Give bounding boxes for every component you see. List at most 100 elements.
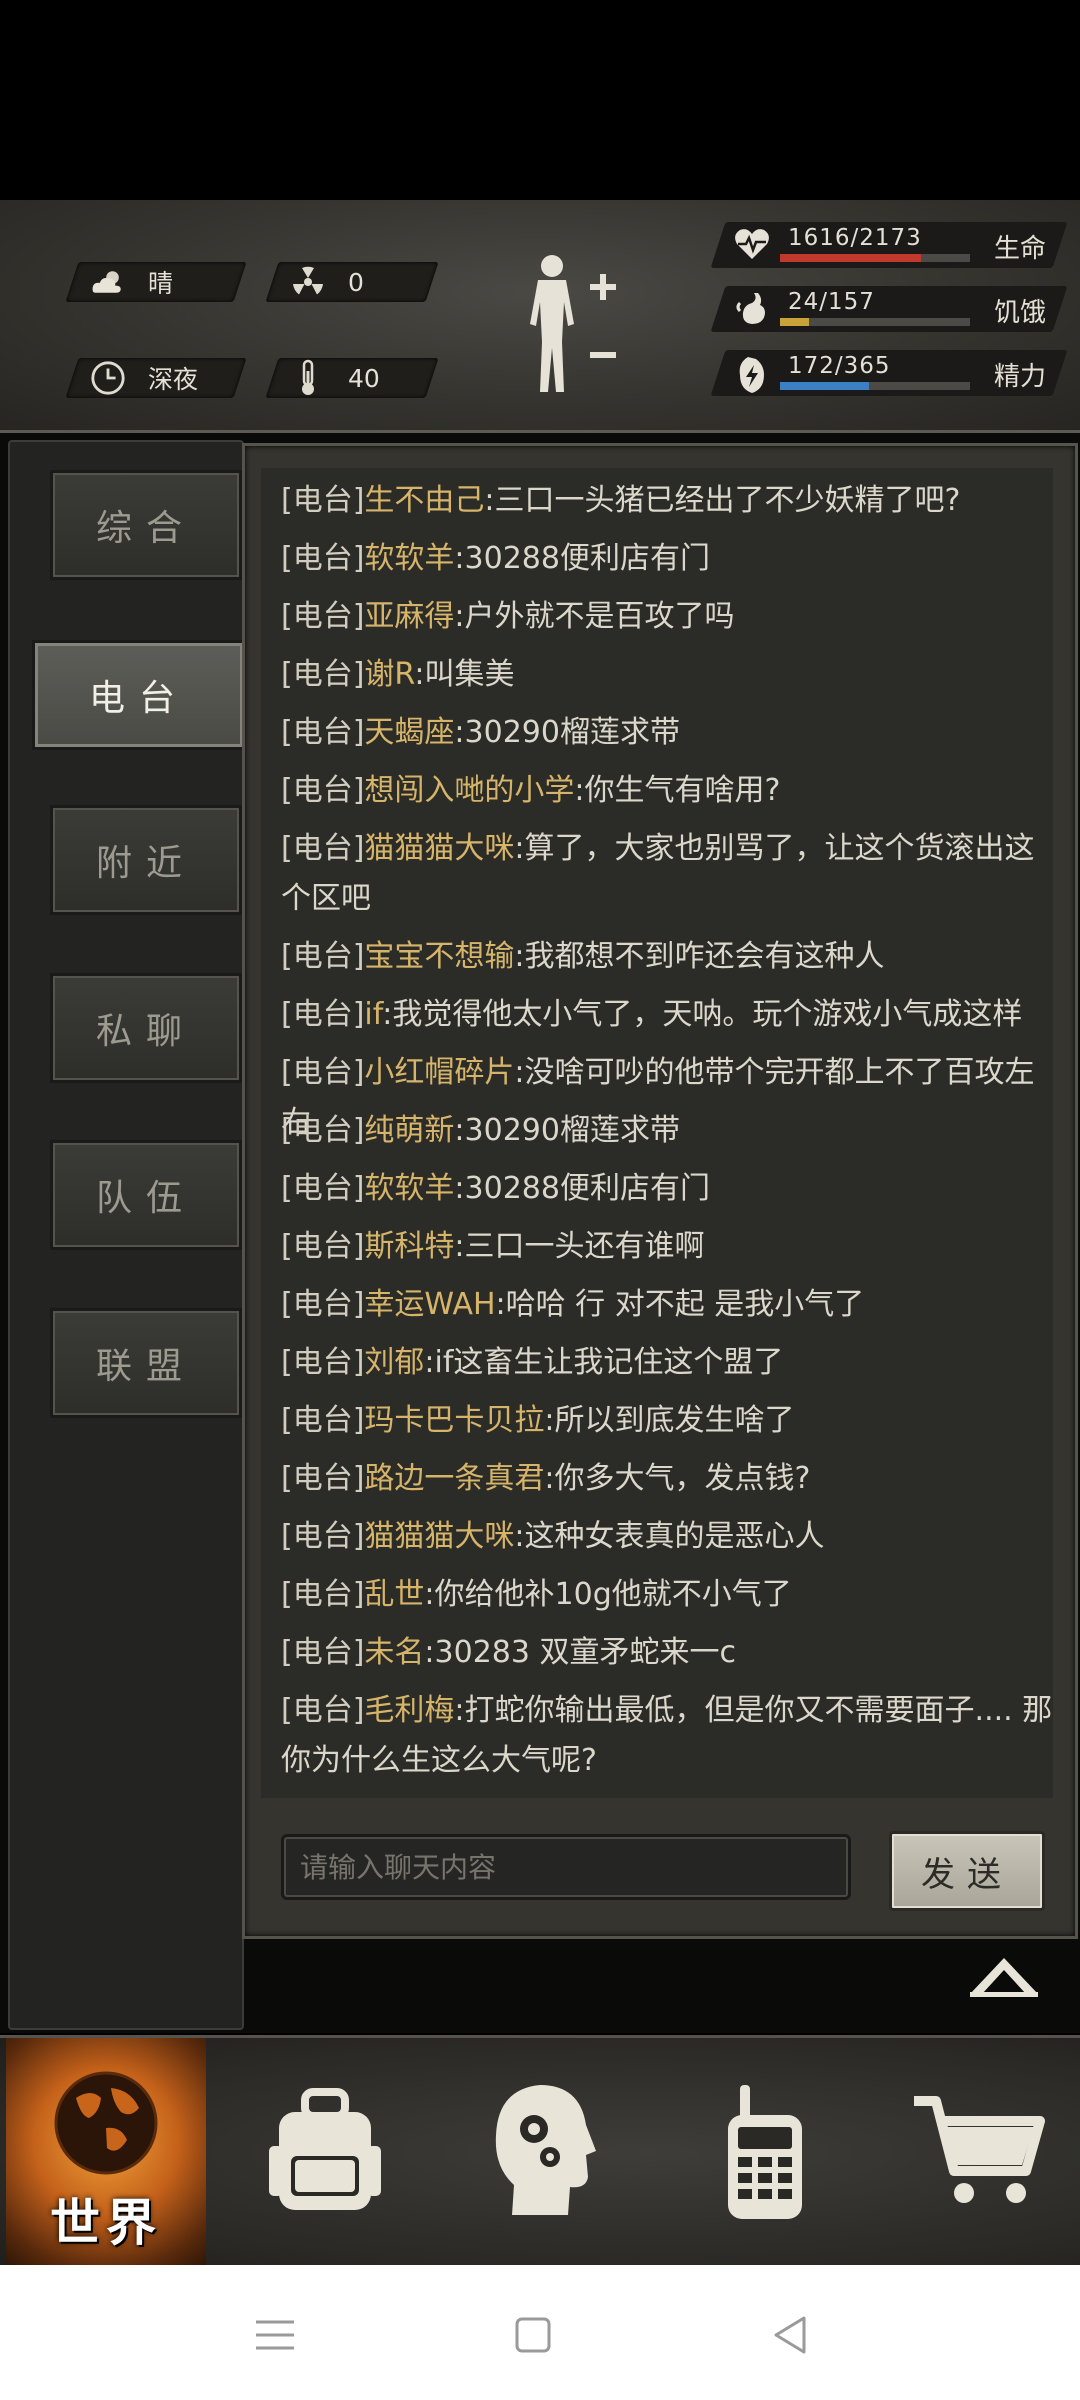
- weather-label: 晴: [148, 269, 174, 298]
- status-bar: [0, 0, 1080, 200]
- bottom-nav: 世界: [0, 2035, 1080, 2268]
- radiation-indicator: 0: [265, 262, 439, 302]
- tab-nearby[interactable]: 附近: [50, 805, 242, 915]
- chat-sender-name[interactable]: 猫猫猫大咪: [364, 1519, 514, 1554]
- menu-icon[interactable]: [250, 2310, 300, 2360]
- send-button-label: 发送: [921, 1854, 1013, 1895]
- tab-team[interactable]: 队伍: [50, 1140, 242, 1250]
- chat-channel-tag: [电台]: [281, 541, 365, 576]
- chat-message: [电台]天蝎座:30290榴莲求带: [281, 708, 1053, 758]
- tab-alliance-label: 联盟: [95, 1346, 196, 1387]
- chat-sender-name[interactable]: 纯萌新: [364, 1113, 454, 1148]
- tab-private-label: 私聊: [95, 1011, 196, 1052]
- nav-shop[interactable]: [900, 2038, 1060, 2268]
- chat-channel-tag: [电台]: [281, 715, 365, 750]
- chat-sender-name[interactable]: 乱世: [364, 1577, 424, 1612]
- chat-message: [电台]毛利梅:打蛇你输出最低，但是你又不需要面子.... 那你为什么生这么大气…: [281, 1686, 1053, 1786]
- chat-sender-name[interactable]: 谢R: [364, 657, 414, 692]
- chat-sender-name[interactable]: 想闯入哋的小学: [364, 773, 574, 808]
- chat-panel: [电台]生不由己:三口一头猪已经出了不少妖精了吧? [电台]软软羊:30288便利…: [242, 443, 1078, 1939]
- hunger-value: 24/157: [788, 289, 875, 315]
- chat-message-text: :这种女表真的是恶心人: [514, 1519, 825, 1554]
- chat-message-text: :三口一头还有谁啊: [454, 1229, 705, 1264]
- chat-input[interactable]: [281, 1834, 851, 1900]
- chat-message-text: :叫集美: [414, 657, 515, 692]
- chat-sender-name[interactable]: 毛利梅: [364, 1693, 454, 1728]
- chat-sender-name[interactable]: 软软羊: [364, 541, 454, 576]
- chat-sender-name[interactable]: 路边一条真君: [364, 1461, 544, 1496]
- chat-sender-name[interactable]: 斯科特: [364, 1229, 454, 1264]
- chat-message: [电台]乱世:你给他补10g他就不小气了: [281, 1570, 1053, 1620]
- chat-sender-name[interactable]: 刘郁: [364, 1345, 424, 1380]
- body-status-icon[interactable]: [520, 252, 620, 402]
- chat-message-text: :哈哈 行 对不起 是我小气了: [495, 1287, 865, 1322]
- chat-channel-tag: [电台]: [281, 1461, 365, 1496]
- chat-message: [电台]猫猫猫大咪:这种女表真的是恶心人: [281, 1512, 1053, 1562]
- chat-message: [电台]谢R:叫集美: [281, 650, 1053, 700]
- chat-sender-name[interactable]: if: [364, 997, 382, 1032]
- chat-sender-name[interactable]: 亚麻得: [364, 599, 454, 634]
- nav-world-label: 世界: [50, 2194, 162, 2252]
- chat-sender-name[interactable]: 玛卡巴卡贝拉: [364, 1403, 544, 1438]
- energy-bar: [780, 382, 970, 390]
- chat-sender-name[interactable]: 生不由己: [364, 483, 484, 518]
- shopping-cart-icon: [910, 2091, 1050, 2215]
- chat-message: [电台]幸运WAH:哈哈 行 对不起 是我小气了: [281, 1280, 1053, 1330]
- health-stat: 1616/2173 生命: [710, 222, 1068, 268]
- chat-sender-name[interactable]: 小红帽碎片: [364, 1055, 514, 1090]
- nav-radio[interactable]: [690, 2038, 840, 2268]
- chat-message-text: :if这畜生让我记住这个盟了: [424, 1345, 784, 1380]
- chat-channel-tag: [电台]: [281, 1577, 365, 1612]
- chat-channel-tag: [电台]: [281, 773, 365, 808]
- collapse-chevron-icon[interactable]: [966, 1952, 1042, 2000]
- chat-message-text: :30290榴莲求带: [454, 1113, 680, 1148]
- chat-message: [电台]斯科特:三口一头还有谁啊: [281, 1222, 1053, 1272]
- chat-message-list[interactable]: [电台]生不由己:三口一头猪已经出了不少妖精了吧? [电台]软软羊:30288便利…: [261, 468, 1053, 1798]
- energy-icon: [734, 355, 770, 393]
- tab-nearby-label: 附近: [95, 843, 196, 884]
- chat-message-text: :30290榴莲求带: [454, 715, 680, 750]
- chat-message-text: :你多大气，发点钱?: [544, 1461, 811, 1496]
- chat-sender-name[interactable]: 软软羊: [364, 1171, 454, 1206]
- chat-message: [电台]路边一条真君:你多大气，发点钱?: [281, 1454, 1053, 1504]
- chat-message: [电台]宝宝不想输:我都想不到咋还会有这种人: [281, 932, 1053, 982]
- tab-private[interactable]: 私聊: [50, 973, 242, 1083]
- radio-transceiver-icon: [720, 2081, 810, 2225]
- health-label: 生命: [993, 234, 1046, 264]
- chat-sender-name[interactable]: 幸运WAH: [364, 1287, 495, 1322]
- hunger-stat: 24/157 饥饿: [710, 286, 1068, 332]
- nav-world[interactable]: 世界: [6, 2038, 206, 2268]
- chat-sender-name[interactable]: 猫猫猫大咪: [364, 831, 514, 866]
- chat-message: [电台]亚麻得:户外就不是百攻了吗: [281, 592, 1053, 642]
- tab-general[interactable]: 综合: [50, 470, 242, 580]
- chat-message: [电台]软软羊:30288便利店有门: [281, 534, 1053, 584]
- system-navigation-bar: [0, 2265, 1080, 2400]
- home-square-icon[interactable]: [508, 2310, 558, 2360]
- back-triangle-icon[interactable]: [766, 2310, 816, 2360]
- chat-message: [电台]生不由己:三口一头猪已经出了不少妖精了吧?: [281, 476, 1053, 526]
- chat-channel-tag: [电台]: [281, 483, 365, 518]
- time-indicator: 深夜: [65, 358, 247, 398]
- chat-channel-tag: [电台]: [281, 1287, 365, 1322]
- chat-sender-name[interactable]: 未名: [364, 1635, 424, 1670]
- tab-alliance[interactable]: 联盟: [50, 1308, 242, 1418]
- globe-icon: [51, 2068, 161, 2182]
- chat-message: [电台]玛卡巴卡贝拉:所以到底发生啥了: [281, 1396, 1053, 1446]
- chat-channel-tag: [电台]: [281, 997, 365, 1032]
- nav-skills[interactable]: [470, 2038, 620, 2268]
- chat-channel-tag: [电台]: [281, 1055, 365, 1090]
- chat-sender-name[interactable]: 宝宝不想输: [364, 939, 514, 974]
- tab-radio[interactable]: 电台: [32, 640, 246, 750]
- chat-message-text: :所以到底发生啥了: [544, 1403, 795, 1438]
- chat-message: [电台]if:我觉得他太小气了，天呐。玩个游戏小气成这样: [281, 990, 1053, 1040]
- energy-stat: 172/365 精力: [710, 350, 1068, 396]
- chat-message: [电台]想闯入哋的小学:你生气有啥用?: [281, 766, 1053, 816]
- chat-channel-tag: [电台]: [281, 1693, 365, 1728]
- nav-inventory[interactable]: [250, 2038, 400, 2268]
- send-button[interactable]: 发送: [889, 1831, 1045, 1911]
- chat-channel-tag: [电台]: [281, 1635, 365, 1670]
- chat-message-text: :我都想不到咋还会有这种人: [514, 939, 885, 974]
- thermometer-icon: [290, 359, 326, 396]
- chat-sender-name[interactable]: 天蝎座: [364, 715, 454, 750]
- chat-channel-tag: [电台]: [281, 1345, 365, 1380]
